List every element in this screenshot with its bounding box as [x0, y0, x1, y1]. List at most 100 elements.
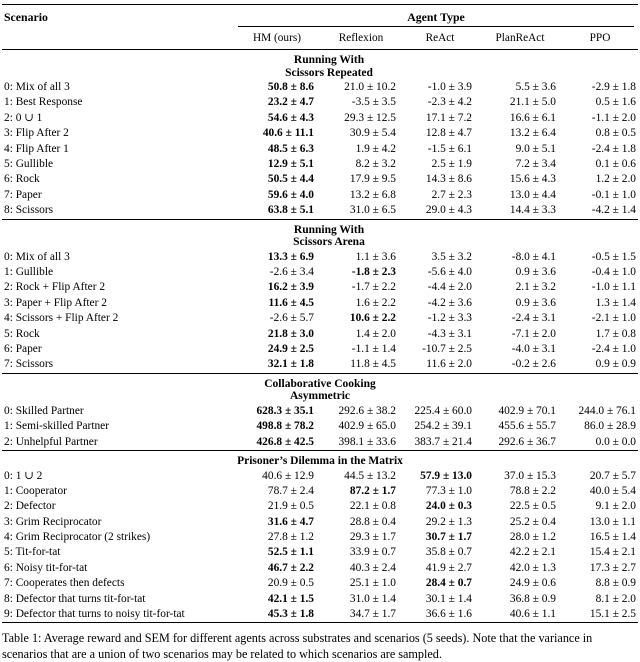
cell-value-best: 45.3 ± 1.8	[267, 607, 314, 620]
cell-value: 40.6 ± 1.1	[509, 607, 556, 620]
cell-value-best: 426.8 ± 42.5	[256, 435, 314, 448]
table-row: 1: Best Response 23.2 ± 4.7 -3.5 ± 3.5 -2.3…	[2, 96, 638, 111]
cell-value: 254.2 ± 39.1	[414, 420, 472, 433]
cell-value: 44.5 ± 13.2	[344, 469, 396, 482]
cell-value: 29.2 ± 1.3	[425, 515, 472, 528]
cell-value: 86.0 ± 28.9	[584, 420, 636, 433]
cell-value-best: 13.3 ± 6.9	[267, 250, 314, 263]
cell-value: 0.0 ± 0.0	[595, 435, 636, 448]
row-label: 6: Noisy tit-for-tat	[4, 561, 88, 574]
cell-value: 17.9 ± 9.5	[349, 173, 396, 186]
table-row: 4: Scissors + Flip After 2 -2.6 ± 5.7 10.6…	[2, 311, 638, 326]
cell-value: -1.0 ± 1.1	[591, 281, 636, 294]
cell-value: 78.8 ± 2.2	[509, 484, 556, 497]
cell-value-best: 31.6 ± 4.7	[267, 515, 314, 528]
cell-value: 14.4 ± 3.3	[509, 204, 556, 217]
cell-value-best: 40.6 ± 11.1	[262, 127, 314, 140]
cell-value: 402.9 ± 65.0	[338, 420, 396, 433]
cell-value: 50.5 ± 4.4	[234, 172, 320, 187]
cell-value: 45.3 ± 1.8	[234, 607, 320, 623]
cell-value: 41.9 ± 2.7	[425, 561, 472, 574]
cell-value: 15.6 ± 4.3	[509, 173, 556, 186]
table-row: 6: Rock 50.5 ± 4.4 17.9 ± 9.5 14.3 ± 8.6 15.…	[2, 172, 638, 187]
results-table: Scenario Agent Type HM (ours) Reflexion ReAc…	[2, 4, 638, 624]
table-row: 7: Paper 59.6 ± 4.0 13.2 ± 6.8 2.7 ± 2.3 13.…	[2, 188, 638, 203]
cell-value: 292.6 ± 36.7	[498, 435, 556, 448]
cell-value: 21.0 ± 10.2	[344, 81, 396, 94]
cell-value: 23.2 ± 4.7	[234, 96, 320, 111]
cell-value: 3.5 ± 3.2	[431, 250, 472, 263]
cell-value: -4.4 ± 2.0	[427, 281, 472, 294]
cell-value: 37.0 ± 15.3	[504, 469, 556, 482]
table-caption: Table 1: Average reward and SEM for diff…	[2, 631, 636, 662]
cell-value: 426.8 ± 42.5	[234, 435, 320, 451]
section-title-1: Running With Scissors Arena	[2, 220, 638, 250]
cell-value: 402.9 ± 70.1	[498, 404, 556, 417]
cell-value: 0.8 ± 0.5	[595, 127, 636, 140]
cell-value: 29.0 ± 4.3	[425, 204, 472, 217]
row-label: 1: Semi-skilled Partner	[4, 420, 110, 433]
cell-value: 10.6 ± 2.2	[320, 311, 402, 326]
row-label: 0: Skilled Partner	[4, 404, 84, 417]
table-row: 5: Gullible 12.9 ± 5.1 8.2 ± 3.2 2.5 ± 1.9 7…	[2, 157, 638, 172]
column-header-react: ReAct	[425, 32, 455, 44]
cell-value-best: 50.5 ± 4.4	[267, 173, 314, 186]
cell-value-best: 50.8 ± 8.6	[267, 81, 314, 94]
row-label: 2: 0 ∪ 1	[4, 111, 43, 124]
cell-value: 9.0 ± 5.1	[515, 142, 556, 155]
cell-value: 292.6 ± 38.2	[338, 404, 396, 417]
cell-value: 33.9 ± 0.7	[349, 546, 396, 559]
cell-value: 2.7 ± 2.3	[431, 188, 472, 201]
cell-value: -4.3 ± 3.1	[427, 327, 472, 340]
cell-value-best: 87.2 ± 1.7	[349, 484, 396, 497]
cell-value-best: 54.6 ± 4.3	[267, 111, 314, 124]
row-label: 7: Cooperates then defects	[4, 577, 125, 590]
cell-value: -8.0 ± 4.1	[511, 250, 556, 263]
cell-value: 13.0 ± 1.1	[589, 515, 636, 528]
cell-value: 29.3 ± 1.7	[349, 531, 396, 544]
table-row: 7: Scissors 32.1 ± 1.8 11.8 ± 4.5 11.6 ± 2.…	[2, 357, 638, 373]
cell-value: -4.0 ± 3.1	[511, 342, 556, 355]
table-row: 3: Paper + Flip After 2 11.6 ± 4.5 1.6 ± 2…	[2, 296, 638, 311]
cell-value: 21.8 ± 3.0	[234, 327, 320, 342]
cell-value: 40.0 ± 5.4	[589, 484, 636, 497]
cell-value: -5.6 ± 4.0	[427, 266, 472, 279]
table-row: 8: Scissors 63.8 ± 5.1 31.0 ± 6.5 29.0 ± 4.…	[2, 203, 638, 219]
cell-value: 13.2 ± 6.8	[349, 188, 396, 201]
row-label: 5: Tit-for-tat	[4, 546, 61, 559]
cell-value: 21.1 ± 5.0	[509, 96, 556, 109]
row-label: 2: Rock + Flip After 2	[4, 281, 106, 294]
table-row: 0: Mix of all 3 50.8 ± 8.6 21.0 ± 10.2 -1.0…	[2, 80, 638, 95]
cell-value: 24.0 ± 0.3	[402, 499, 478, 514]
cell-value: 1.2 ± 2.0	[595, 173, 636, 186]
cell-value: 1.1 ± 3.6	[355, 250, 396, 263]
cell-value: -1.2 ± 3.3	[427, 312, 472, 325]
cell-value: 31.0 ± 1.4	[349, 592, 396, 605]
cell-value: 22.5 ± 0.5	[509, 500, 556, 513]
section-heading-line-1: Running With	[293, 223, 365, 236]
cell-value: -2.6 ± 5.7	[269, 312, 314, 325]
cell-value: -2.6 ± 3.4	[269, 266, 314, 279]
row-label: 4: Flip After 1	[4, 142, 69, 155]
section-heading-line-2: Scissors Repeated	[285, 66, 373, 79]
cell-value: 16.5 ± 1.4	[589, 531, 636, 544]
cell-value-best: 16.2 ± 3.9	[267, 281, 314, 294]
cell-value: 17.3 ± 2.7	[589, 561, 636, 574]
row-label: 6: Paper	[4, 342, 42, 355]
cell-value: 15.1 ± 2.5	[589, 607, 636, 620]
table-row: 5: Rock 21.8 ± 3.0 1.4 ± 2.0 -4.3 ± 3.1 -7.1…	[2, 327, 638, 342]
cell-value-best: 59.6 ± 4.0	[267, 188, 314, 201]
cell-value: 0.9 ± 0.9	[595, 358, 636, 371]
section-heading-running-with: Running With Scissors Repeated	[2, 50, 638, 80]
cell-value: 31.0 ± 6.5	[349, 204, 396, 217]
cell-value: 57.9 ± 13.0	[402, 469, 478, 484]
cell-value: 398.1 ± 33.6	[338, 435, 396, 448]
row-label: 1: Gullible	[4, 266, 54, 279]
cell-value: 30.9 ± 5.4	[349, 127, 396, 140]
cell-value: -0.4 ± 1.0	[591, 266, 636, 279]
row-label: 0: 1 ∪ 2	[4, 469, 43, 482]
table-row: 0: 1 ∪ 2 40.6 ± 12.9 44.5 ± 13.2 57.9 ± 13.…	[2, 469, 638, 484]
agent-type-label: Agent Type	[407, 10, 465, 24]
table-figure-page: Scenario Agent Type HM (ours) Reflexion ReAc…	[0, 4, 640, 662]
cell-value: 11.6 ± 2.0	[426, 358, 472, 371]
